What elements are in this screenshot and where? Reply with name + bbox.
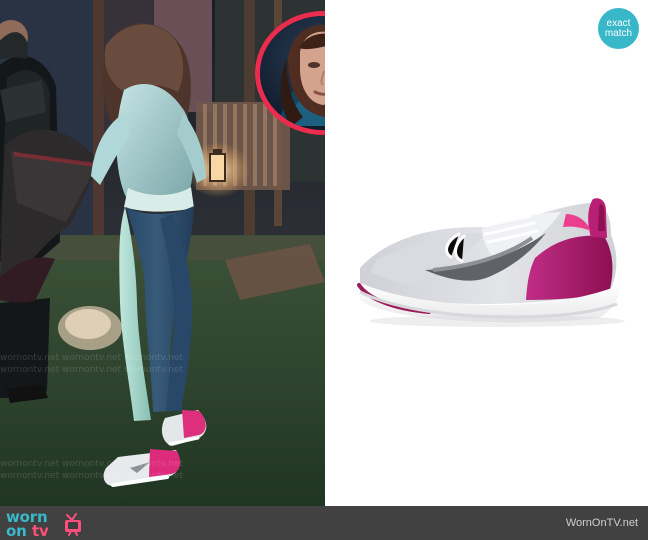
logo-tv-text: tv <box>32 522 49 540</box>
worn-on-tv-logo[interactable]: worn on tv <box>6 509 84 540</box>
svg-text:wornontv.net wornontv.net worn: wornontv.net wornontv.net wornontv.net <box>0 353 184 363</box>
worn-on-tv-outfit-image: wornontv.net wornontv.net wornontv.net w… <box>0 0 648 540</box>
sneaker-product-image <box>325 0 648 506</box>
logo-on-text: on <box>6 522 27 540</box>
svg-text:wornontv.net wornontv.net worn: wornontv.net wornontv.net wornontv.net <box>0 365 184 375</box>
tv-icon <box>65 513 81 536</box>
footer-domain-text[interactable]: WornOnTV.net <box>566 517 638 529</box>
svg-text:wornontv.net wornontv.net worn: wornontv.net wornontv.net wornontv.net <box>0 459 184 469</box>
footer-bar: worn on tv WornOnTV.net <box>0 506 648 540</box>
exact-match-line-2: match <box>604 27 633 39</box>
exact-match-line-1: exact <box>606 17 631 29</box>
svg-text:wornontv.net wornontv.net worn: wornontv.net wornontv.net wornontv.net <box>0 471 184 481</box>
exact-match-badge: exact match <box>598 8 639 49</box>
sneaker-illustration <box>325 0 648 506</box>
